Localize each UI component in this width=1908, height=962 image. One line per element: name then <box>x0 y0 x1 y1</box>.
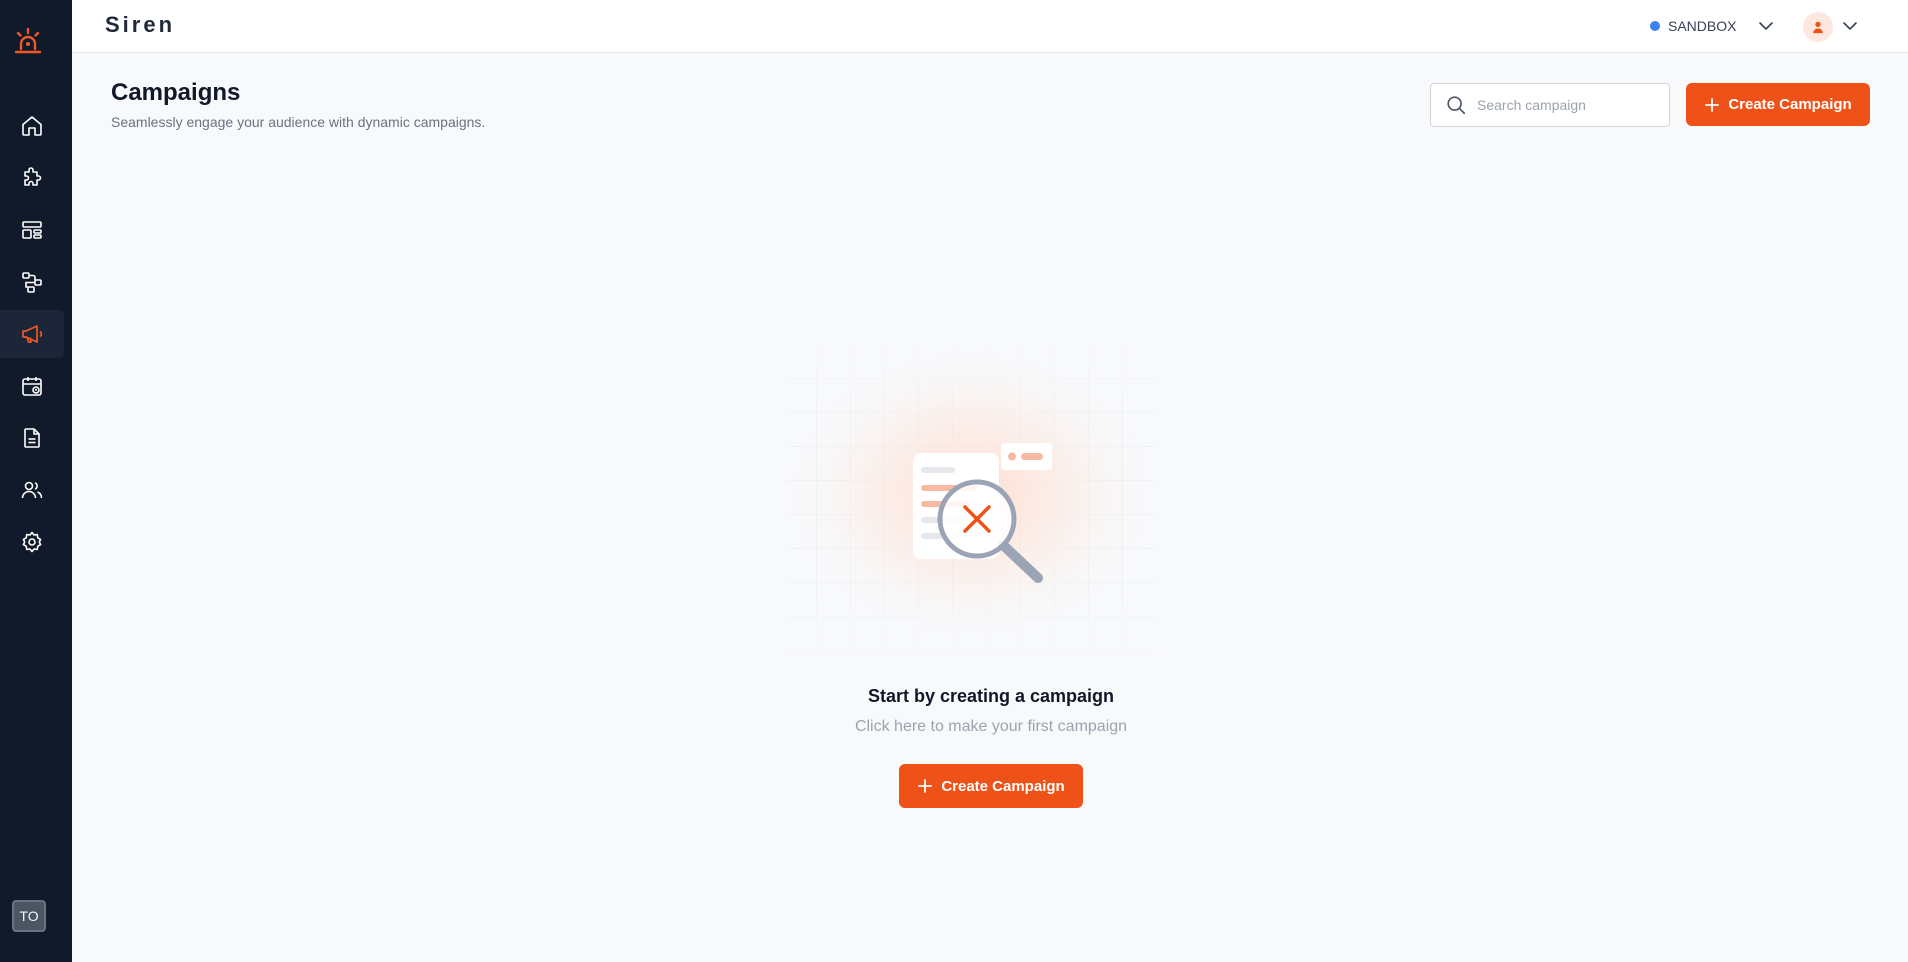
empty-state-create-campaign-button[interactable]: Create Campaign <box>899 764 1083 808</box>
environment-selector[interactable]: SANDBOX <box>1650 14 1736 38</box>
sidebar-item-templates[interactable] <box>0 206 64 254</box>
create-campaign-label: Create Campaign <box>1728 96 1852 113</box>
chevron-down-icon[interactable] <box>1840 16 1860 36</box>
sidebar-item-integrations[interactable] <box>0 154 64 202</box>
page-title: Campaigns <box>111 79 241 106</box>
sidebar-item-logs[interactable] <box>0 414 64 462</box>
document-icon <box>24 428 40 448</box>
create-campaign-button[interactable]: Create Campaign <box>1686 83 1870 126</box>
user-icon <box>1813 21 1823 34</box>
sidebar-item-home[interactable] <box>0 102 64 150</box>
plus-icon <box>918 779 933 793</box>
sidebar-item-settings[interactable] <box>0 518 64 566</box>
sidebar: TO <box>0 0 72 962</box>
page-subtitle: Seamlessly engage your audience with dyn… <box>111 114 486 130</box>
sidebar-item-campaigns[interactable] <box>0 310 64 358</box>
search-input[interactable] <box>1477 97 1657 113</box>
puzzle-icon <box>24 167 42 186</box>
megaphone-icon <box>22 325 43 343</box>
empty-state-subtitle: Click here to make your first campaign <box>854 718 1128 735</box>
chevron-down-icon[interactable] <box>1756 16 1776 36</box>
brand-name: Siren <box>105 12 176 37</box>
empty-state-illustration <box>781 345 1161 655</box>
search-box[interactable] <box>1430 83 1670 127</box>
empty-state-title: Start by creating a campaign <box>867 686 1115 706</box>
topbar: Siren SANDBOX <box>72 0 1908 53</box>
environment-status-dot <box>1650 21 1660 31</box>
sidebar-item-workflows[interactable] <box>0 258 64 306</box>
sidebar-item-schedule[interactable] <box>0 362 64 410</box>
search-icon <box>1447 96 1466 115</box>
avatar[interactable] <box>1803 12 1833 42</box>
environment-label: SANDBOX <box>1668 18 1737 34</box>
user-avatar-initials[interactable]: TO <box>12 900 46 932</box>
siren-logo-icon[interactable] <box>11 26 45 60</box>
calendar-icon <box>22 377 42 396</box>
gear-icon <box>22 531 42 553</box>
home-icon <box>22 116 42 136</box>
users-icon <box>21 481 43 499</box>
layout-icon <box>22 221 42 239</box>
workflow-icon <box>22 272 42 293</box>
sidebar-item-users[interactable] <box>0 466 64 514</box>
empty-state-create-campaign-label: Create Campaign <box>941 777 1065 795</box>
plus-icon <box>1705 97 1720 112</box>
